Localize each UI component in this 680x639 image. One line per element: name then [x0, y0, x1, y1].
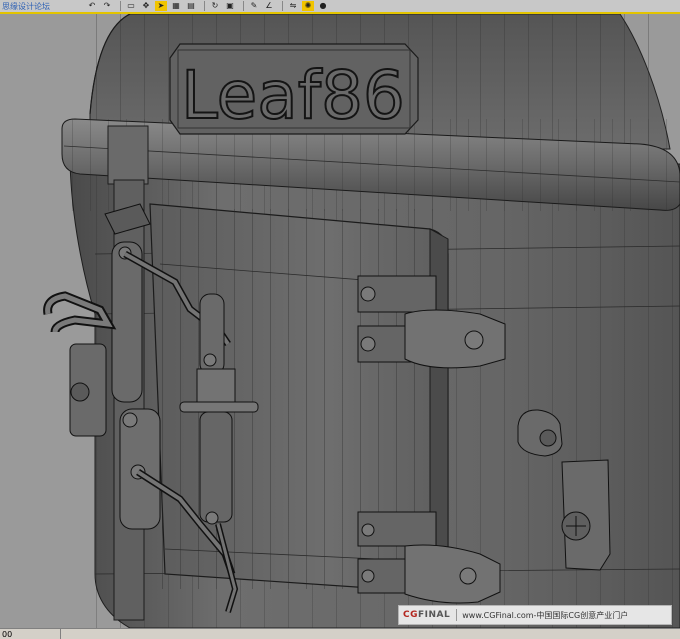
- select-icon[interactable]: ▭: [125, 1, 137, 11]
- toolbar-divider: [243, 1, 244, 11]
- redo-icon[interactable]: ↷: [101, 1, 113, 11]
- wireframe-model: Leaf86: [0, 14, 680, 628]
- render-icon[interactable]: ✺: [302, 1, 314, 11]
- main-toolbar: 思缘设计论坛 ↶ ↷ ▭ ✥ ➤ ▦ ▤ ↻ ▣ ✎ ∠ ⇋ ✺ ●: [0, 0, 680, 14]
- rotate-icon[interactable]: ↻: [209, 1, 221, 11]
- 3d-viewport[interactable]: Leaf86 CGFINAL www.CGFinal.com-中国国际CG创意产…: [0, 14, 680, 628]
- nameplate-text: Leaf86: [181, 57, 405, 134]
- mirror-icon[interactable]: ⇋: [287, 1, 299, 11]
- banner-url: www.CGFinal.com-中国国际CG创意产业门户: [462, 610, 629, 620]
- material-icon[interactable]: ●: [317, 1, 329, 11]
- undo-icon[interactable]: ↶: [86, 1, 98, 11]
- 3d-application-window: 思缘设计论坛 ↶ ↷ ▭ ✥ ➤ ▦ ▤ ↻ ▣ ✎ ∠ ⇋ ✺ ● Leaf8…: [0, 0, 680, 639]
- cgfinal-logo: CGFINAL: [403, 610, 451, 620]
- forum-watermark: 思缘设计论坛: [2, 1, 50, 11]
- frame-counter[interactable]: 00: [2, 629, 61, 639]
- banner-divider: [456, 609, 458, 621]
- status-bar: 00: [0, 628, 680, 639]
- move-icon[interactable]: ✥: [140, 1, 152, 11]
- region-icon[interactable]: ▦: [170, 1, 182, 11]
- toolbar-divider: [120, 1, 121, 11]
- filter-icon[interactable]: ▤: [185, 1, 197, 11]
- toolbar-divider: [204, 1, 205, 11]
- angle-snap-icon[interactable]: ∠: [263, 1, 275, 11]
- pointer-icon[interactable]: ➤: [155, 1, 167, 11]
- site-watermark-banner: CGFINAL www.CGFinal.com-中国国际CG创意产业门户: [398, 605, 672, 625]
- snap-icon[interactable]: ✎: [248, 1, 260, 11]
- toolbar-divider: [282, 1, 283, 11]
- scale-icon[interactable]: ▣: [224, 1, 236, 11]
